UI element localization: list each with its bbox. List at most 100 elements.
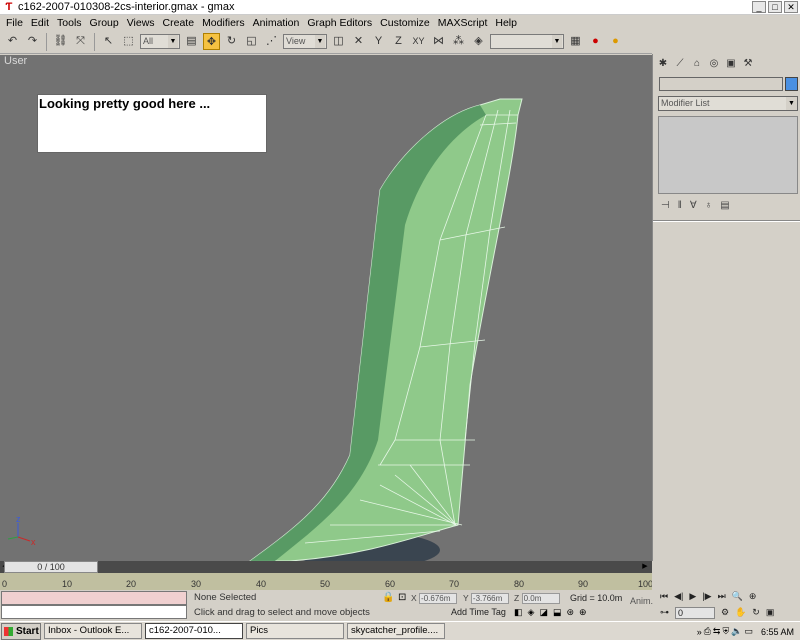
menu-create[interactable]: Create — [159, 17, 199, 29]
material-editor-icon[interactable]: ▦ — [567, 33, 584, 50]
tray-volume-icon[interactable]: 🔈 — [731, 626, 742, 637]
motion-tab-icon[interactable]: ◎ — [707, 57, 721, 70]
modify-tab-icon[interactable]: ⟋ — [673, 57, 687, 70]
object-color-swatch[interactable] — [785, 77, 798, 91]
snap-icon[interactable]: ◧ — [514, 607, 523, 618]
key-mode-icon[interactable]: ⊶ — [660, 607, 669, 619]
go-end-icon[interactable]: ⏭ — [718, 591, 726, 602]
y-constraint-icon[interactable]: Y — [370, 33, 387, 50]
play-icon[interactable]: ▶ — [689, 591, 696, 602]
undo-icon[interactable]: ↶ — [4, 33, 21, 50]
coord-x-field[interactable] — [419, 593, 458, 604]
create-tab-icon[interactable]: ✱ — [656, 57, 670, 70]
gmax-app-icon[interactable]: Ƭ — [3, 1, 15, 13]
tray-printer-icon[interactable]: ⎙ — [704, 626, 711, 637]
show-end-result-icon[interactable]: ‖ — [678, 200, 682, 211]
menu-edit[interactable]: Edit — [27, 17, 53, 29]
next-frame-icon[interactable]: ▶ — [640, 562, 650, 572]
task-skycatcher[interactable]: skycatcher_profile.... — [347, 623, 445, 639]
configure-sets-icon[interactable]: ▤ — [720, 200, 729, 211]
reference-coordinate-dropdown[interactable]: View — [283, 34, 327, 49]
tray-shield-icon[interactable]: ⛨ — [722, 626, 729, 637]
pivot-center-icon[interactable]: ◫ — [330, 33, 347, 50]
align-icon[interactable]: ◈ — [470, 33, 487, 50]
menu-tools[interactable]: Tools — [53, 17, 86, 29]
viewport-user[interactable]: User Looking pretty good here ... z x — [0, 55, 652, 561]
prev-key-icon[interactable]: ◀| — [674, 591, 683, 602]
z-constraint-icon[interactable]: Z — [390, 33, 407, 50]
region-select-icon[interactable]: ⬚ — [120, 33, 137, 50]
menu-group[interactable]: Group — [86, 17, 123, 29]
tray-expand-icon[interactable]: » — [697, 627, 702, 637]
modifier-stack[interactable] — [658, 116, 798, 194]
coord-y-field[interactable] — [470, 593, 509, 604]
task-pics[interactable]: Pics — [246, 623, 344, 639]
pan-icon[interactable]: ✋ — [735, 607, 746, 619]
angle-snap-icon[interactable]: ◈ — [528, 607, 535, 618]
current-frame-field[interactable]: 0 — [675, 607, 715, 619]
named-selection-dropdown[interactable] — [490, 34, 564, 49]
animate-button[interactable]: Anim. — [630, 596, 653, 616]
absolute-mode-icon[interactable]: ⊡ — [398, 592, 406, 603]
percent-snap-icon[interactable]: ◪ — [539, 607, 548, 618]
scale-icon[interactable]: ◱ — [243, 33, 260, 50]
time-config-icon[interactable]: ⚙ — [721, 607, 729, 619]
menu-views[interactable]: Views — [123, 17, 159, 29]
menu-animation[interactable]: Animation — [249, 17, 304, 29]
pivot-icon[interactable]: ⋰ — [263, 33, 280, 50]
tray-network-icon[interactable]: ⇆ — [713, 626, 721, 637]
mirror-icon[interactable]: ⋈ — [430, 33, 447, 50]
track-bar[interactable]: 0 10 20 30 40 50 60 70 80 90 100 — [0, 573, 653, 590]
move-icon[interactable]: ✥ — [203, 33, 220, 50]
quick-render-icon[interactable]: ● — [607, 33, 624, 50]
add-time-tag[interactable]: Add Time Tag — [451, 607, 506, 617]
link-icon[interactable]: ⛓ — [52, 33, 69, 50]
maximize-button[interactable]: □ — [768, 1, 782, 13]
menu-customize[interactable]: Customize — [376, 17, 434, 29]
time-slider-thumb[interactable]: 0 / 100 — [4, 561, 98, 573]
zoom-all-icon[interactable]: ⊕ — [749, 591, 757, 602]
arc-rotate-icon[interactable]: ↻ — [752, 607, 760, 619]
selection-filter-dropdown[interactable]: All — [140, 34, 180, 49]
select-by-name-icon[interactable]: ▤ — [183, 33, 200, 50]
menu-maxscript[interactable]: MAXScript — [434, 17, 492, 29]
redo-icon[interactable]: ↷ — [24, 33, 41, 50]
time-slider[interactable]: ◀ 0 / 100 ▶ — [0, 561, 652, 573]
object-name-field[interactable] — [659, 77, 783, 91]
hierarchy-tab-icon[interactable]: ⌂ — [690, 57, 704, 70]
maximize-viewport-icon[interactable]: ▣ — [766, 607, 775, 619]
close-button[interactable]: ✕ — [784, 1, 798, 13]
select-arrow-icon[interactable]: ↖ — [100, 33, 117, 50]
menu-file[interactable]: File — [2, 17, 27, 29]
rotate-icon[interactable]: ↻ — [223, 33, 240, 50]
tail-fin-model[interactable]: z x — [0, 55, 652, 561]
maxscript-listener-pink[interactable] — [1, 591, 187, 605]
task-gmax[interactable]: c162-2007-010... — [145, 623, 243, 639]
utilities-tab-icon[interactable]: ⚒ — [741, 57, 755, 70]
edit-snap-icon[interactable]: ⊕ — [579, 607, 587, 618]
next-key-icon[interactable]: |▶ — [702, 591, 711, 602]
make-unique-icon[interactable]: ∀ — [690, 200, 697, 211]
axis-constraint-icon[interactable]: ✕ — [350, 33, 367, 50]
go-start-icon[interactable]: ⏮ — [660, 591, 668, 602]
tray-display-icon[interactable]: ▭ — [744, 626, 753, 637]
xy-constraint-icon[interactable]: XY — [410, 33, 427, 50]
spinner-snap-icon[interactable]: ⬓ — [553, 607, 562, 618]
start-button[interactable]: Start — [1, 622, 41, 640]
array-icon[interactable]: ⁂ — [450, 33, 467, 50]
coord-z-field[interactable] — [521, 593, 560, 604]
minimize-button[interactable]: _ — [752, 1, 766, 13]
task-outlook[interactable]: Inbox - Outlook E... — [44, 623, 142, 639]
display-tab-icon[interactable]: ▣ — [724, 57, 738, 70]
unlink-icon[interactable]: ⤧ — [72, 33, 89, 50]
snap-magnet-icon[interactable]: ⊛ — [566, 607, 574, 618]
zoom-icon[interactable]: 🔍 — [732, 591, 743, 602]
tray-clock[interactable]: 6:55 AM — [761, 627, 794, 637]
render-icon[interactable]: ● — [587, 33, 604, 50]
remove-modifier-icon[interactable]: ♁ — [705, 200, 713, 211]
menu-help[interactable]: Help — [491, 17, 521, 29]
modifier-list-dropdown[interactable]: Modifier List — [658, 96, 798, 111]
lock-selection-icon[interactable]: 🔒 — [382, 592, 394, 603]
menu-modifiers[interactable]: Modifiers — [198, 17, 249, 29]
menu-graph-editors[interactable]: Graph Editors — [303, 17, 376, 29]
